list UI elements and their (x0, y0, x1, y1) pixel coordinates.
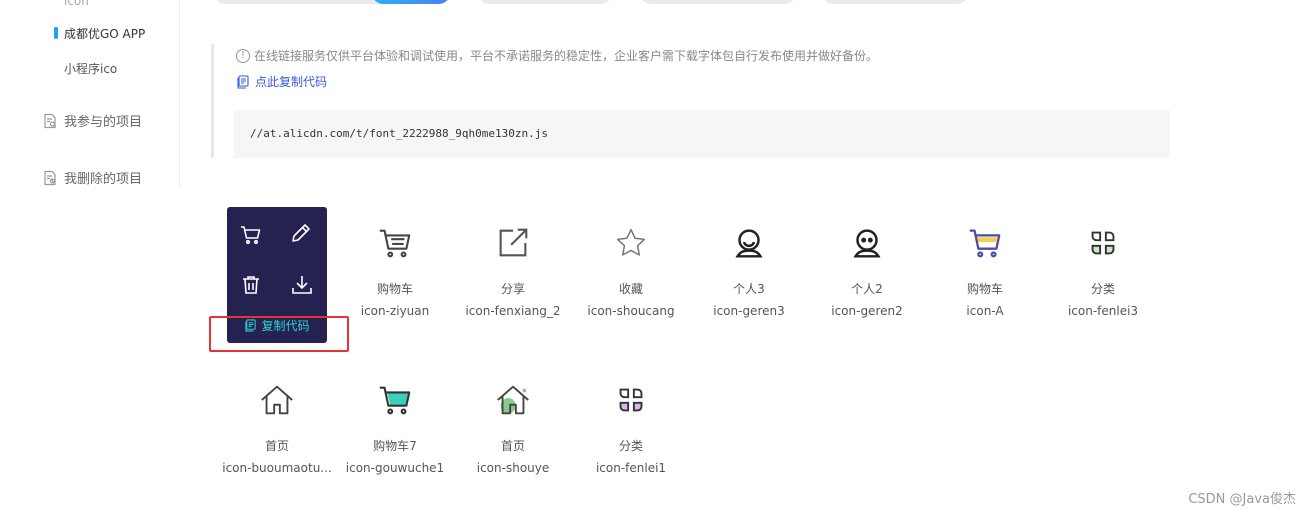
notice-text: ! 在线链接服务仅供平台体验和调试使用，平台不承诺服务的稳定性，企业客户需下载字… (236, 47, 878, 64)
icon-code: icon-ziyuan (360, 304, 430, 318)
sidebar-item-miniprogram[interactable]: 小程序ico (64, 60, 117, 77)
sidebar: icon 成都优GO APP 小程序ico 我参与的项目 我删除的项目 (0, 0, 180, 188)
icon-card-geren2[interactable]: 个人2 icon-geren2 (808, 218, 926, 318)
tab-pill-other[interactable] (822, 0, 968, 4)
sidebar-item-chengdu-app[interactable]: 成都优GO APP (53, 25, 145, 42)
icon-name: 首页 (264, 439, 289, 453)
icon-card-fenlei3[interactable]: 分类 icon-fenlei3 (1044, 218, 1162, 318)
home-icon (261, 385, 293, 415)
trash-icon (243, 276, 259, 294)
copy-icon (237, 74, 249, 89)
star-icon (616, 228, 646, 256)
tab-pill-active[interactable] (372, 0, 450, 4)
tab-pill-fontclass[interactable] (478, 0, 612, 4)
download-icon (292, 276, 312, 294)
download-button[interactable] (288, 271, 316, 299)
watermark: CSDN @Java俊杰 (1188, 492, 1296, 507)
online-link-notice: ! 在线链接服务仅供平台体验和调试使用，平台不承诺服务的稳定性，企业客户需下载字… (211, 44, 1171, 158)
person-smile-icon (735, 229, 763, 258)
icon-card-a[interactable]: 购物车 icon-A (926, 218, 1044, 318)
icon-code: icon-fenlei3 (1067, 304, 1139, 318)
category-icon (1091, 231, 1115, 255)
icon-name: 购物车 (376, 282, 413, 296)
icon-code: icon-shoucang (587, 304, 675, 318)
icon-code: icon-fenxiang_2 (465, 304, 561, 318)
sidebar-item-deleted-projects[interactable]: 我删除的项目 (42, 168, 142, 187)
icon-name: 分类 (1090, 282, 1115, 296)
icon-code: icon-A (966, 304, 1004, 318)
icon-card-geren3[interactable]: 个人3 icon-geren3 (690, 218, 808, 318)
icon-name: 分享 (500, 282, 525, 296)
highlight-box (209, 316, 349, 352)
cart-teal-icon (379, 386, 411, 415)
code-snippet[interactable]: //at.alicdn.com/t/font_2222988_9qh0me130… (234, 110, 1170, 158)
icon-code: icon-geren2 (831, 304, 903, 318)
sidebar-group-label: 我删除的项目 (64, 172, 143, 187)
icon-name: 分类 (618, 439, 643, 453)
add-to-cart-button[interactable] (237, 221, 265, 249)
icon-name: 购物车 (966, 282, 1003, 296)
document-delete-icon (44, 170, 56, 185)
pencil-icon (292, 224, 310, 242)
info-icon: ! (236, 48, 250, 63)
document-search-icon (44, 113, 56, 128)
sidebar-item-joined-projects[interactable]: 我参与的项目 (42, 111, 142, 130)
icon-card-shoucang[interactable]: 收藏 icon-shoucang (572, 218, 690, 318)
edit-button[interactable] (287, 219, 315, 247)
icon-name: 首页 (500, 439, 525, 453)
icon-card-fenxiang[interactable]: 分享 icon-fenxiang_2 (454, 218, 572, 318)
delete-button[interactable] (237, 271, 265, 299)
sidebar-group-label: 我参与的项目 (64, 115, 143, 130)
copy-code-link-label: 点此复制代码 (255, 75, 328, 89)
copy-code-link[interactable]: 点此复制代码 (236, 73, 327, 90)
icon-card-shouye[interactable]: 首页 icon-shouye (454, 375, 572, 475)
icon-name: 个人3 (733, 282, 765, 296)
icon-card-gouwuche1[interactable]: 购物车7 icon-gouwuche1 (336, 375, 454, 475)
icon-card-fenlei1[interactable]: 分类 icon-fenlei1 (572, 375, 690, 475)
icon-name: 个人2 (851, 282, 883, 296)
icon-name: 收藏 (618, 282, 643, 296)
cart-color-icon (969, 229, 1001, 258)
sidebar-item-icon[interactable]: icon (64, 0, 89, 8)
icon-card-ziyuan[interactable]: 购物车 icon-ziyuan (336, 218, 454, 318)
icon-card-buoumaotu[interactable]: 首页 icon-buoumaotu... (218, 375, 336, 475)
icon-code: icon-fenlei1 (595, 461, 667, 475)
notice-message: 在线链接服务仅供平台体验和调试使用，平台不承诺服务的稳定性，企业客户需下载字体包… (254, 49, 879, 63)
share-icon (499, 228, 528, 257)
cart-icon (379, 229, 411, 258)
category-purple-icon (619, 388, 643, 412)
person-icon (853, 229, 881, 258)
icon-code: icon-gouwuche1 (345, 461, 445, 475)
tab-pill-symbol[interactable] (640, 0, 796, 4)
cart-icon (241, 226, 261, 245)
icon-code: icon-geren3 (713, 304, 785, 318)
icon-code: icon-shouye (476, 461, 550, 475)
home-color-icon (497, 385, 529, 415)
icon-name: 购物车7 (373, 439, 417, 453)
icon-code: icon-buoumaotu... (222, 461, 332, 475)
